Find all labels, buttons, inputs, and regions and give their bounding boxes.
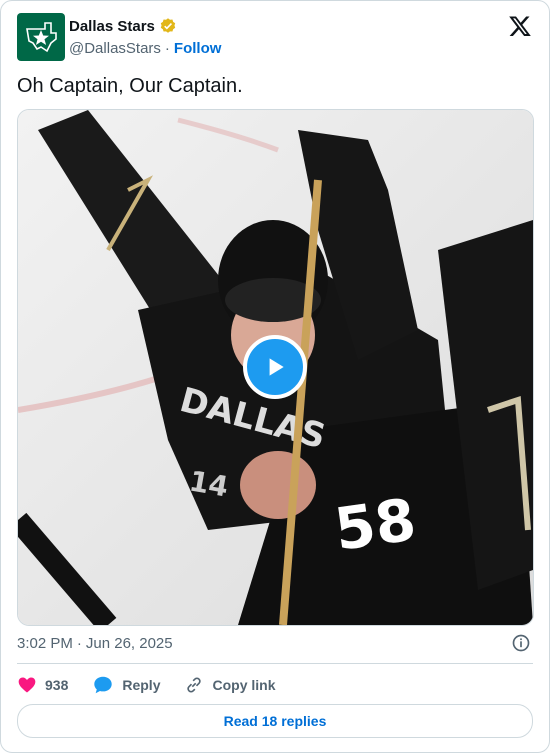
video-player[interactable]: 58 DALLAS 14 (17, 109, 534, 626)
avatar[interactable] (17, 13, 65, 61)
copy-link-label: Copy link (212, 677, 276, 693)
dot-separator: · (76, 635, 82, 652)
reply-button[interactable]: Reply (92, 674, 160, 696)
tweet-timestamp[interactable]: 3:02 PM · Jun 26, 2025 (17, 635, 173, 652)
play-button[interactable] (243, 335, 307, 399)
svg-text:14: 14 (187, 464, 231, 503)
svg-text:58: 58 (330, 485, 419, 564)
info-icon[interactable] (511, 633, 531, 653)
author-handle[interactable]: @DallasStars (69, 40, 161, 57)
tweet-time: 3:02 PM (17, 635, 73, 652)
divider (17, 663, 533, 664)
play-icon (269, 358, 284, 376)
tweet-date: Jun 26, 2025 (85, 635, 173, 652)
follow-button[interactable]: Follow (174, 40, 222, 57)
reply-bubble-icon (94, 676, 113, 694)
dot-separator: · (164, 40, 170, 57)
verified-badge-icon (160, 18, 176, 33)
dallas-stars-logo (26, 22, 57, 53)
link-icon (187, 677, 202, 693)
author-name[interactable]: Dallas Stars (69, 18, 155, 35)
x-logo-icon[interactable] (508, 14, 532, 38)
action-bar: 938 Reply Copy link (17, 673, 300, 697)
reply-label: Reply (122, 677, 161, 693)
like-button[interactable]: 938 (17, 675, 68, 695)
copy-link-button[interactable]: Copy link (184, 675, 276, 695)
read-replies-button[interactable]: Read 18 replies (17, 704, 533, 738)
author-handle-row: @DallasStars · Follow (69, 40, 221, 57)
tweet-text: Oh Captain, Our Captain. (17, 75, 243, 97)
author-name-row: Dallas Stars (69, 17, 177, 35)
heart-icon (18, 677, 36, 693)
tweet-card: Dallas Stars @DallasStars · Follow Oh Ca… (0, 0, 550, 753)
like-count: 938 (45, 677, 69, 693)
